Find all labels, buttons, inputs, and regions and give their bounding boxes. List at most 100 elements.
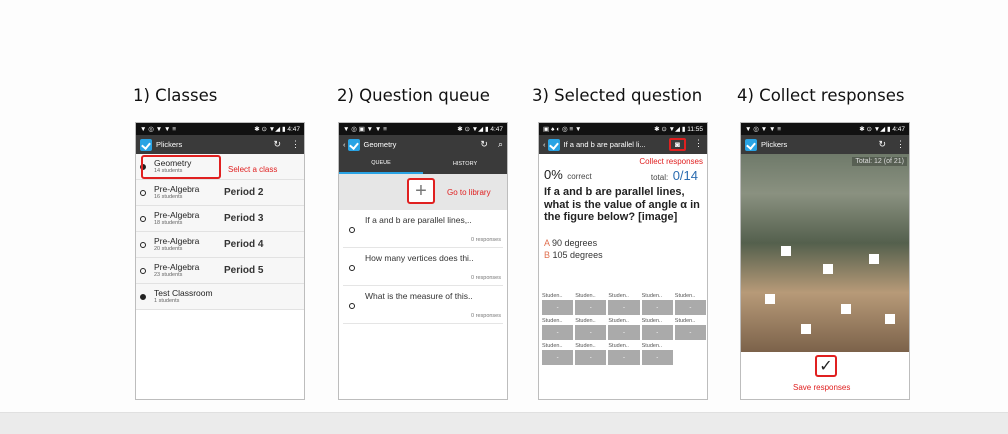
add-question-area: + Go to library [339, 174, 507, 210]
search-icon[interactable]: ⌕ [498, 139, 503, 150]
save-responses-button[interactable]: ✓ [815, 355, 837, 377]
student-cell[interactable]: Studen.. - [575, 343, 607, 365]
plickers-logo-icon [140, 138, 152, 151]
save-area: ✓ Save responses [741, 352, 909, 399]
student-name: Studen.. [674, 318, 696, 324]
student-name: Studen.. [608, 293, 629, 299]
percent-correct: 0% [544, 167, 563, 182]
answer-text: 105 degrees [552, 250, 603, 260]
class-item-period-2[interactable]: Pre-Algebra 16 students Period 2 [136, 180, 304, 206]
student-cell[interactable]: Studen.. - [542, 293, 574, 315]
back-icon[interactable]: ‹ [343, 140, 346, 149]
status-bar: ▼ ◎ ▼ ▼ ≡ ✱ ⊙ ▼◢ ▮ 4:47 [136, 123, 304, 135]
add-button[interactable]: + [407, 178, 435, 204]
student-name: Studen.. [608, 343, 629, 349]
phone-classes: ▼ ◎ ▼ ▼ ≡ ✱ ⊙ ▼◢ ▮ 4:47 Plickers ↻ ⋮ Geo… [135, 122, 305, 400]
question-text: How many vertices does thi.. [365, 253, 474, 263]
step-title-selected-question: 3) Selected question [532, 86, 703, 105]
student-response: - [542, 300, 574, 315]
student-name: Studen.. [542, 293, 563, 299]
tab-queue[interactable]: QUEUE [339, 154, 423, 174]
overflow-menu-icon[interactable]: ⋮ [291, 139, 300, 150]
back-icon[interactable]: ‹ [543, 140, 546, 149]
sync-icon[interactable]: ↻ [878, 139, 886, 150]
app-bar: ‹ Geometry ↻ ⌕ [339, 135, 507, 154]
student-cell[interactable]: Studen.. - [674, 293, 706, 315]
answer-a: A 90 degrees [544, 238, 597, 248]
student-cell[interactable]: Studen.. - [608, 293, 640, 315]
class-item-test-classroom[interactable]: Test Classroom 1 students [136, 284, 304, 310]
student-cell[interactable]: Studen.. - [641, 293, 673, 315]
tab-bar: QUEUE HISTORY [339, 154, 507, 174]
class-item-period-4[interactable]: Pre-Algebra 20 students Period 4 [136, 232, 304, 258]
plickers-logo-icon [547, 138, 560, 151]
overflow-menu-icon[interactable]: ⋮ [694, 138, 703, 151]
question-text: What is the measure of this.. [365, 291, 473, 301]
answer-letter: B [544, 250, 551, 260]
class-students: 16 students [154, 194, 183, 200]
student-response: - [542, 325, 574, 340]
step-title-collect-responses: 4) Collect responses [737, 86, 905, 105]
bottom-bar [0, 412, 1008, 434]
camera-view: Total: 12 (of 21) [741, 154, 909, 352]
student-cell[interactable]: Studen.. - [674, 318, 706, 340]
student-cell[interactable]: Studen.. - [641, 343, 673, 365]
student-card [841, 304, 851, 314]
student-response: - [674, 300, 706, 315]
student-name: Studen.. [575, 293, 596, 299]
student-cell[interactable]: Studen.. - [608, 343, 640, 365]
class-item-period-5[interactable]: Pre-Algebra 23 students Period 5 [136, 258, 304, 284]
highlight-box [141, 155, 221, 179]
question-bullet-icon [349, 303, 355, 309]
app-title: Plickers [761, 140, 788, 149]
camera-icon[interactable]: ◙ [669, 138, 686, 151]
app-bar: Plickers ↻ ⋮ [741, 135, 909, 154]
score-row: 0% correct total: 0/14 [544, 166, 704, 183]
queue-item[interactable]: What is the measure of this.. 0 response… [343, 286, 503, 324]
class-name: Pre-Algebra [154, 184, 200, 194]
plickers-logo-icon [347, 138, 360, 151]
student-response: - [674, 325, 706, 340]
answer-b: B 105 degrees [544, 250, 603, 260]
student-cell[interactable]: Studen.. - [575, 293, 607, 315]
student-cell [675, 343, 706, 365]
student-card [765, 294, 775, 304]
app-title: Plickers [156, 140, 183, 149]
student-cell[interactable]: Studen.. - [575, 318, 607, 340]
answer-text: 90 degrees [552, 238, 598, 248]
student-response: - [575, 325, 607, 340]
class-item-period-3[interactable]: Pre-Algebra 18 students Period 3 [136, 206, 304, 232]
student-card [823, 264, 833, 274]
class-students: 1 students [154, 298, 180, 304]
sync-icon[interactable]: ↻ [480, 139, 488, 150]
student-cell[interactable]: Studen.. - [641, 318, 673, 340]
question-detail: Collect responses 0% correct total: 0/14… [539, 154, 707, 274]
phone-selected-question: ▣ ♠ ◐ ◎ ≡ ▼ ✱ ⊙ ▼◢ ▮ 11:55 ‹ If a and b … [538, 122, 708, 400]
student-name: Studen.. [641, 318, 663, 324]
student-response: - [542, 350, 574, 365]
student-name: Studen.. [641, 343, 663, 349]
student-card [781, 246, 791, 256]
student-cell[interactable]: Studen.. - [542, 318, 574, 340]
student-name: Studen.. [542, 318, 563, 324]
class-students: 18 students [154, 220, 183, 226]
sync-icon[interactable]: ↻ [273, 139, 281, 150]
queue-item[interactable]: If a and b are parallel lines,.. 0 respo… [343, 210, 503, 248]
percent-label: correct [567, 172, 592, 181]
class-bullet-icon [140, 267, 146, 274]
student-cell[interactable]: Studen.. - [608, 318, 640, 340]
queue-item[interactable]: How many vertices does thi.. 0 responses [343, 248, 503, 286]
student-name: Studen.. [608, 318, 629, 324]
tab-history[interactable]: HISTORY [423, 154, 507, 174]
response-count: 0 responses [471, 237, 501, 243]
class-bullet-icon [140, 189, 146, 196]
class-period: Period 2 [224, 187, 264, 198]
overflow-menu-icon[interactable]: ⋮ [896, 139, 905, 150]
response-count: 0 responses [471, 313, 501, 319]
class-name: Pre-Algebra [154, 236, 200, 246]
status-bar: ▣ ♠ ◐ ◎ ≡ ▼ ✱ ⊙ ▼◢ ▮ 11:55 [539, 123, 707, 135]
class-bullet-icon [140, 293, 146, 300]
student-cell[interactable]: Studen.. - [542, 343, 574, 365]
status-icons-right: ✱ ⊙ ▼◢ ▮ 4:47 [457, 126, 503, 133]
question-bullet-icon [349, 227, 355, 233]
